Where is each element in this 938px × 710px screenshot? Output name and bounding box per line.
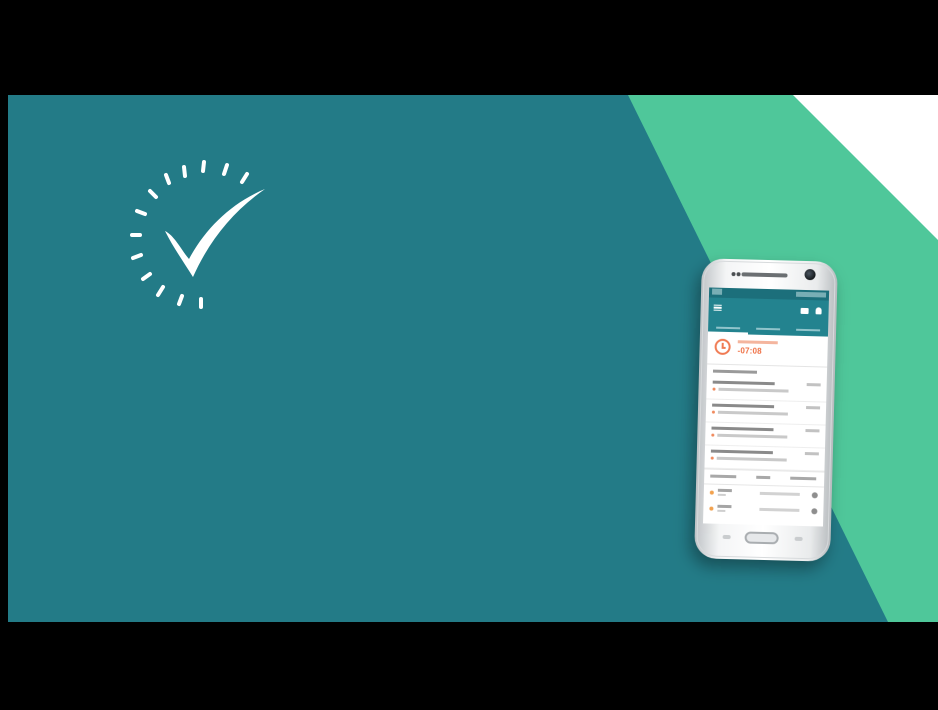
back-key[interactable] — [722, 534, 731, 540]
clock-tick-marks — [130, 160, 249, 309]
video-letterbox-frame: -07:08 — [0, 0, 938, 710]
timer-icon — [714, 338, 731, 356]
app-bar — [708, 297, 829, 325]
toggle-icon[interactable] — [811, 492, 818, 499]
menu-icon[interactable] — [713, 304, 722, 311]
home-button[interactable] — [744, 531, 779, 545]
list-item[interactable] — [705, 399, 827, 426]
sub-tab-3[interactable] — [790, 476, 817, 481]
recent-apps-key[interactable] — [794, 536, 803, 542]
sub-tab-1[interactable] — [710, 474, 737, 479]
status-icons-left — [712, 288, 723, 295]
status-icons-right — [795, 291, 827, 298]
toggle-icon[interactable] — [811, 508, 818, 515]
timer-value: -07:08 — [737, 346, 762, 356]
list-item[interactable] — [706, 376, 827, 403]
timer-card[interactable]: -07:08 — [707, 333, 828, 368]
video-scene: -07:08 — [8, 95, 938, 622]
chat-icon[interactable] — [800, 307, 809, 315]
bell-icon[interactable] — [815, 307, 822, 315]
checkmark-left-stroke — [165, 231, 193, 277]
list-item[interactable] — [704, 445, 826, 472]
timer-caption — [737, 340, 778, 345]
list-item[interactable] — [703, 500, 823, 519]
tab-3[interactable] — [788, 324, 828, 337]
sub-tab-2[interactable] — [756, 475, 771, 480]
smartphone-mockup: -07:08 — [694, 258, 838, 562]
phone-sensor — [736, 272, 741, 277]
tab-2[interactable] — [748, 323, 788, 336]
phone-screen: -07:08 — [703, 287, 830, 527]
list-item[interactable] — [705, 422, 826, 449]
clock-checkmark-icon — [130, 160, 265, 309]
phone-sensor — [731, 272, 736, 277]
